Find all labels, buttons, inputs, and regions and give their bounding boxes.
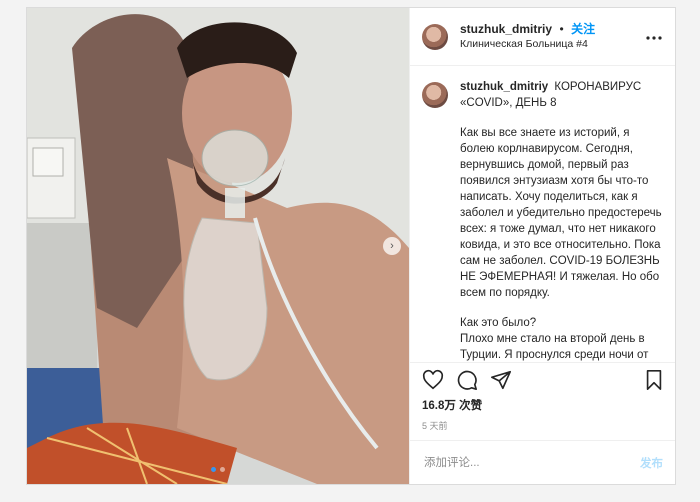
caption-area: stuzhuk_dmitriy КОРОНАВИРУС «COVID», ДЕН… xyxy=(410,66,675,363)
post-photo-image xyxy=(27,8,409,484)
location-link[interactable]: Клиническая Больница #4 xyxy=(460,37,645,52)
carousel-indicator xyxy=(27,467,409,472)
comment-box: 发布 xyxy=(410,440,675,484)
post-side-panel: stuzhuk_dmitriy • 关注 Клиническая Больниц… xyxy=(409,8,675,484)
carousel-next-button[interactable]: › xyxy=(383,237,401,255)
action-bar xyxy=(410,363,675,393)
carousel-dot xyxy=(211,467,216,472)
caption-paragraph: Как это было? Плохо мне стало на второй … xyxy=(460,317,649,361)
follow-separator: • xyxy=(559,22,564,36)
more-options-icon[interactable] xyxy=(645,28,663,46)
caption-username-link[interactable]: stuzhuk_dmitriy xyxy=(460,81,548,93)
caption-header: stuzhuk_dmitriy КОРОНАВИРУС «COVID», ДЕН… xyxy=(422,80,663,111)
username-link[interactable]: stuzhuk_dmitriy xyxy=(460,22,552,36)
chevron-right-icon: › xyxy=(390,240,394,252)
caption-body: Как вы все знаете из историй, я болею ко… xyxy=(422,125,663,362)
post-header: stuzhuk_dmitriy • 关注 Клиническая Больниц… xyxy=(410,8,675,66)
carousel-dot xyxy=(220,467,225,472)
share-icon[interactable] xyxy=(490,369,512,391)
post-comment-button[interactable]: 发布 xyxy=(640,455,663,471)
caption-avatar[interactable] xyxy=(422,82,448,108)
caption-paragraph: Как вы все знаете из историй, я болею ко… xyxy=(460,127,662,299)
comment-input[interactable] xyxy=(422,455,640,470)
heart-icon[interactable] xyxy=(422,369,444,391)
caption-title-block: stuzhuk_dmitriy КОРОНАВИРУС «COVID», ДЕН… xyxy=(460,80,663,111)
likes-count[interactable]: 16.8万 次赞 xyxy=(410,393,675,413)
follow-button[interactable]: 关注 xyxy=(571,22,595,36)
post-timestamp[interactable]: 5 天前 xyxy=(410,413,675,440)
avatar[interactable] xyxy=(422,23,448,50)
bookmark-icon[interactable] xyxy=(643,369,665,391)
post-photo[interactable]: › xyxy=(27,8,409,484)
comment-icon[interactable] xyxy=(456,369,478,391)
instagram-post-dialog: › stuzhuk_dmitriy • 关注 Клиническая Больн… xyxy=(26,7,676,485)
header-text: stuzhuk_dmitriy • 关注 Клиническая Больниц… xyxy=(460,21,645,52)
